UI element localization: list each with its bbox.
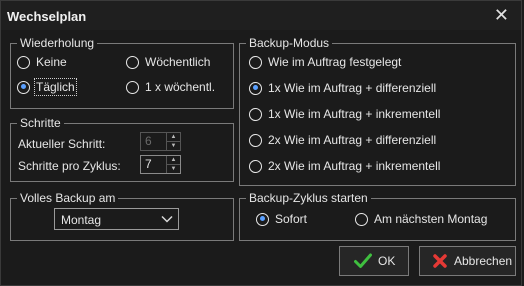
radio-woechentlich[interactable]: Wöchentlich <box>126 55 210 69</box>
current-step-value: 6 <box>145 134 152 148</box>
checkmark-icon <box>354 253 372 269</box>
radio-circle[interactable] <box>17 55 30 69</box>
radio-start-now[interactable]: Sofort <box>256 212 307 226</box>
red-x-icon <box>432 253 448 269</box>
cycle-start-group-title: Backup-Zyklus starten <box>246 191 371 205</box>
window-title: Wechselplan <box>7 9 87 24</box>
weekday-selected: Montag <box>61 213 102 227</box>
radio-circle[interactable] <box>249 107 262 121</box>
ok-button[interactable]: OK <box>339 246 409 276</box>
radio-label: 2x Wie im Auftrag + differenziell <box>268 133 437 147</box>
radio-circle[interactable] <box>249 133 262 147</box>
spin-arrows-icon: ▲ ▼ <box>166 133 180 150</box>
full-backup-group-title: Volles Backup am <box>17 191 119 205</box>
radio-mode-2x-diff[interactable]: 2x Wie im Auftrag + differenziell <box>249 133 436 147</box>
current-step-spinner: 6 ▲ ▼ <box>140 132 181 151</box>
radio-mode-2x-inc[interactable]: 2x Wie im Auftrag + inkrementell <box>249 159 440 173</box>
radio-label: Wie im Auftrag festgelegt <box>268 55 402 69</box>
title-bar: Wechselplan ✕ <box>0 0 522 30</box>
backup-mode-group-title: Backup-Modus <box>246 36 333 50</box>
radio-circle[interactable] <box>249 159 262 173</box>
radio-label: 1x Wie im Auftrag + differenziell <box>268 81 437 95</box>
radio-label: 1 x wöchentl. <box>145 80 216 94</box>
radio-circle[interactable] <box>249 81 262 95</box>
radio-mode-1x-diff[interactable]: 1x Wie im Auftrag + differenziell <box>249 81 436 95</box>
cancel-button[interactable]: Abbrechen <box>419 246 516 276</box>
radio-circle[interactable] <box>17 80 30 94</box>
radio-circle[interactable] <box>256 212 269 226</box>
current-step-label: Aktueller Schritt: <box>18 137 106 151</box>
radio-label: 2x Wie im Auftrag + inkrementell <box>268 159 441 173</box>
steps-group: Schritte <box>10 116 234 182</box>
radio-circle[interactable] <box>126 80 139 94</box>
spin-arrows-icon[interactable]: ▲ ▼ <box>166 156 180 173</box>
weekday-dropdown[interactable]: Montag <box>54 208 179 230</box>
radio-circle[interactable] <box>249 55 262 69</box>
close-icon[interactable]: ✕ <box>494 5 509 25</box>
radio-label: 1x Wie im Auftrag + inkrementell <box>268 107 441 121</box>
radio-start-next-monday[interactable]: Am nächsten Montag <box>355 212 487 226</box>
radio-circle[interactable] <box>355 212 368 226</box>
radio-label: Täglich <box>34 78 77 96</box>
repetition-group-title: Wiederholung <box>17 36 98 50</box>
radio-label: Wöchentlich <box>145 55 211 69</box>
radio-keine[interactable]: Keine <box>17 55 67 69</box>
radio-label: Am nächsten Montag <box>374 212 488 226</box>
steps-per-cycle-spinner[interactable]: 7 ▲ ▼ <box>140 155 181 174</box>
radio-label: Keine <box>36 55 67 69</box>
steps-group-title: Schritte <box>17 116 64 130</box>
radio-taeglich[interactable]: Täglich <box>17 78 77 96</box>
radio-label: Sofort <box>275 212 308 226</box>
chevron-down-icon[interactable] <box>160 212 174 229</box>
ok-label: OK <box>378 254 396 268</box>
radio-mode-default[interactable]: Wie im Auftrag festgelegt <box>249 55 401 69</box>
radio-1x-woechentlich[interactable]: 1 x wöchentl. <box>126 80 215 94</box>
cancel-label: Abbrechen <box>454 254 513 268</box>
radio-circle[interactable] <box>126 55 139 69</box>
steps-per-cycle-label: Schritte pro Zyklus: <box>18 159 121 173</box>
repetition-group: Wiederholung <box>10 36 234 109</box>
steps-per-cycle-value[interactable]: 7 <box>141 156 166 173</box>
radio-mode-1x-inc[interactable]: 1x Wie im Auftrag + inkrementell <box>249 107 440 121</box>
